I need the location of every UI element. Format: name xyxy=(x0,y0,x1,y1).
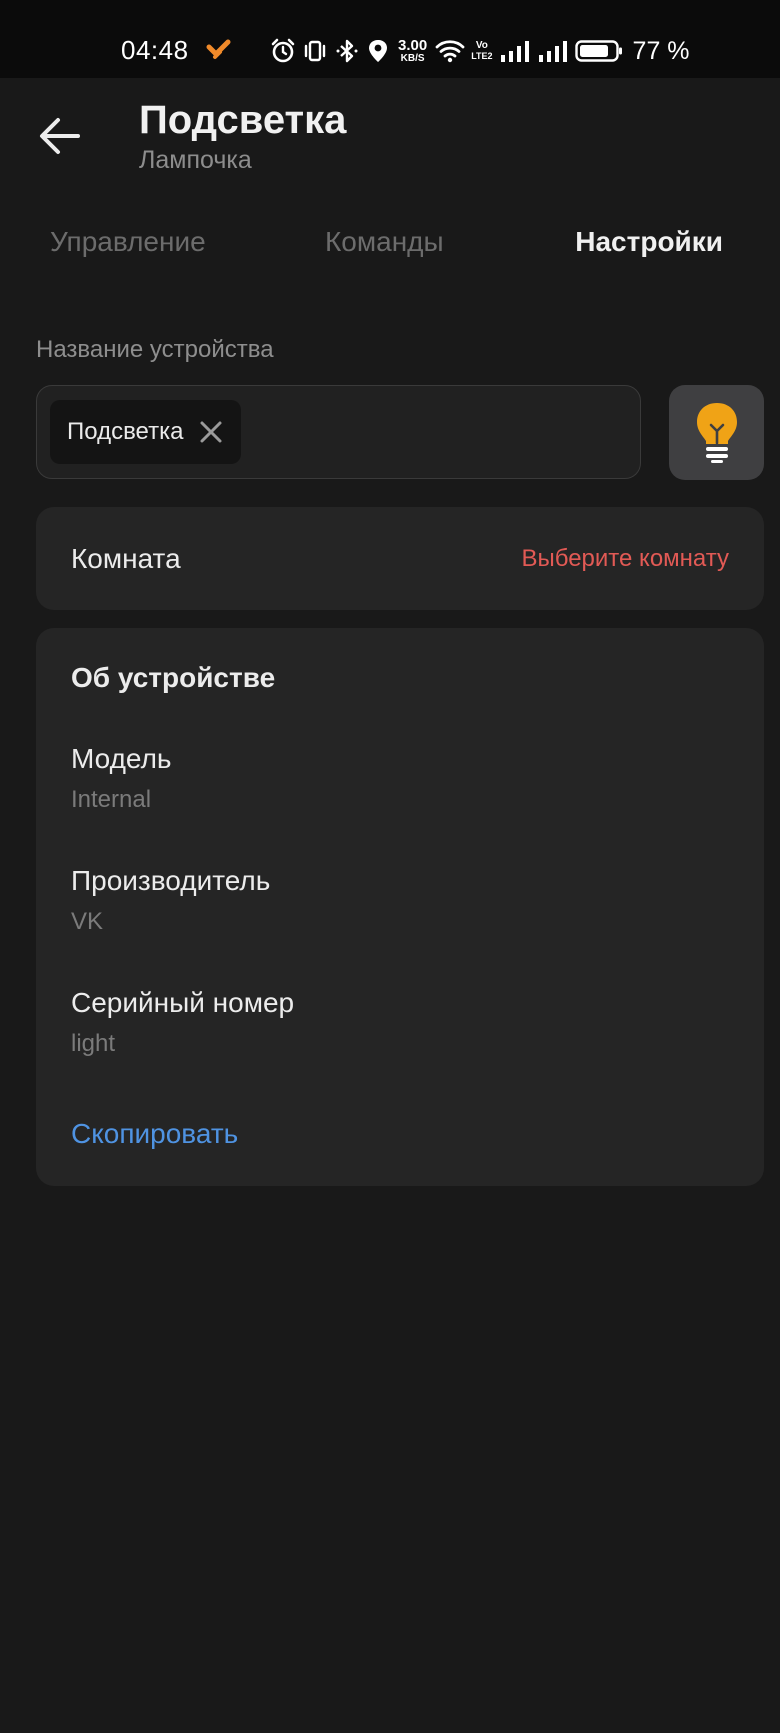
tab-settings[interactable]: Настройки xyxy=(575,226,723,258)
select-room-link[interactable]: Выберите комнату xyxy=(521,545,729,573)
serial-number-value: light xyxy=(71,1030,116,1057)
status-bar: 04:48 3.00 KB/S Vo LTE2 77 % xyxy=(0,0,780,78)
battery-percentage: 77 % xyxy=(632,36,690,65)
page-title: Подсветка xyxy=(139,98,347,142)
tab-commands[interactable]: Команды xyxy=(325,226,444,258)
signal-icon xyxy=(500,41,529,62)
status-time: 04:48 xyxy=(121,35,189,65)
page-subtitle: Лампочка xyxy=(139,146,252,174)
location-icon xyxy=(369,40,387,62)
device-icon-button[interactable] xyxy=(669,385,764,480)
battery-icon xyxy=(574,40,622,62)
room-label: Комната xyxy=(71,543,181,574)
bluetooth-icon xyxy=(336,39,358,63)
device-name-value: Подсветка xyxy=(67,418,184,445)
clear-name-button[interactable] xyxy=(199,420,223,444)
device-name-field[interactable]: Подсветка xyxy=(36,385,641,479)
app-notification-icon xyxy=(206,39,231,59)
model-label: Модель xyxy=(71,743,172,774)
back-button[interactable] xyxy=(34,110,86,162)
about-title: Об устройстве xyxy=(71,662,276,693)
wifi-icon xyxy=(435,40,465,63)
close-icon xyxy=(200,421,222,443)
device-name-label: Название устройства xyxy=(36,336,274,363)
tab-bar: Управление Команды Настройки xyxy=(0,226,780,270)
vibrate-icon xyxy=(304,40,326,62)
serial-number-label: Серийный номер xyxy=(71,987,295,1018)
signal-icon xyxy=(538,41,567,62)
model-value: Internal xyxy=(71,786,152,813)
lightbulb-icon xyxy=(696,402,737,463)
device-name-chip: Подсветка xyxy=(50,400,242,464)
network-speed: 3.00 KB/S xyxy=(398,37,428,64)
about-device-card: Об устройстве Модель Internal Производит… xyxy=(36,628,764,1186)
room-selector[interactable]: Комната Выберите комнату xyxy=(36,507,764,610)
alarm-icon xyxy=(271,38,295,63)
volte-indicator: Vo LTE2 xyxy=(471,40,493,61)
copy-button[interactable]: Скопировать xyxy=(71,1118,238,1150)
manufacturer-value: VK xyxy=(71,908,104,935)
manufacturer-label: Производитель xyxy=(71,865,271,896)
arrow-left-icon xyxy=(40,118,80,154)
tab-control[interactable]: Управление xyxy=(50,226,206,258)
status-icons: 3.00 KB/S Vo LTE2 77 % xyxy=(270,34,690,68)
